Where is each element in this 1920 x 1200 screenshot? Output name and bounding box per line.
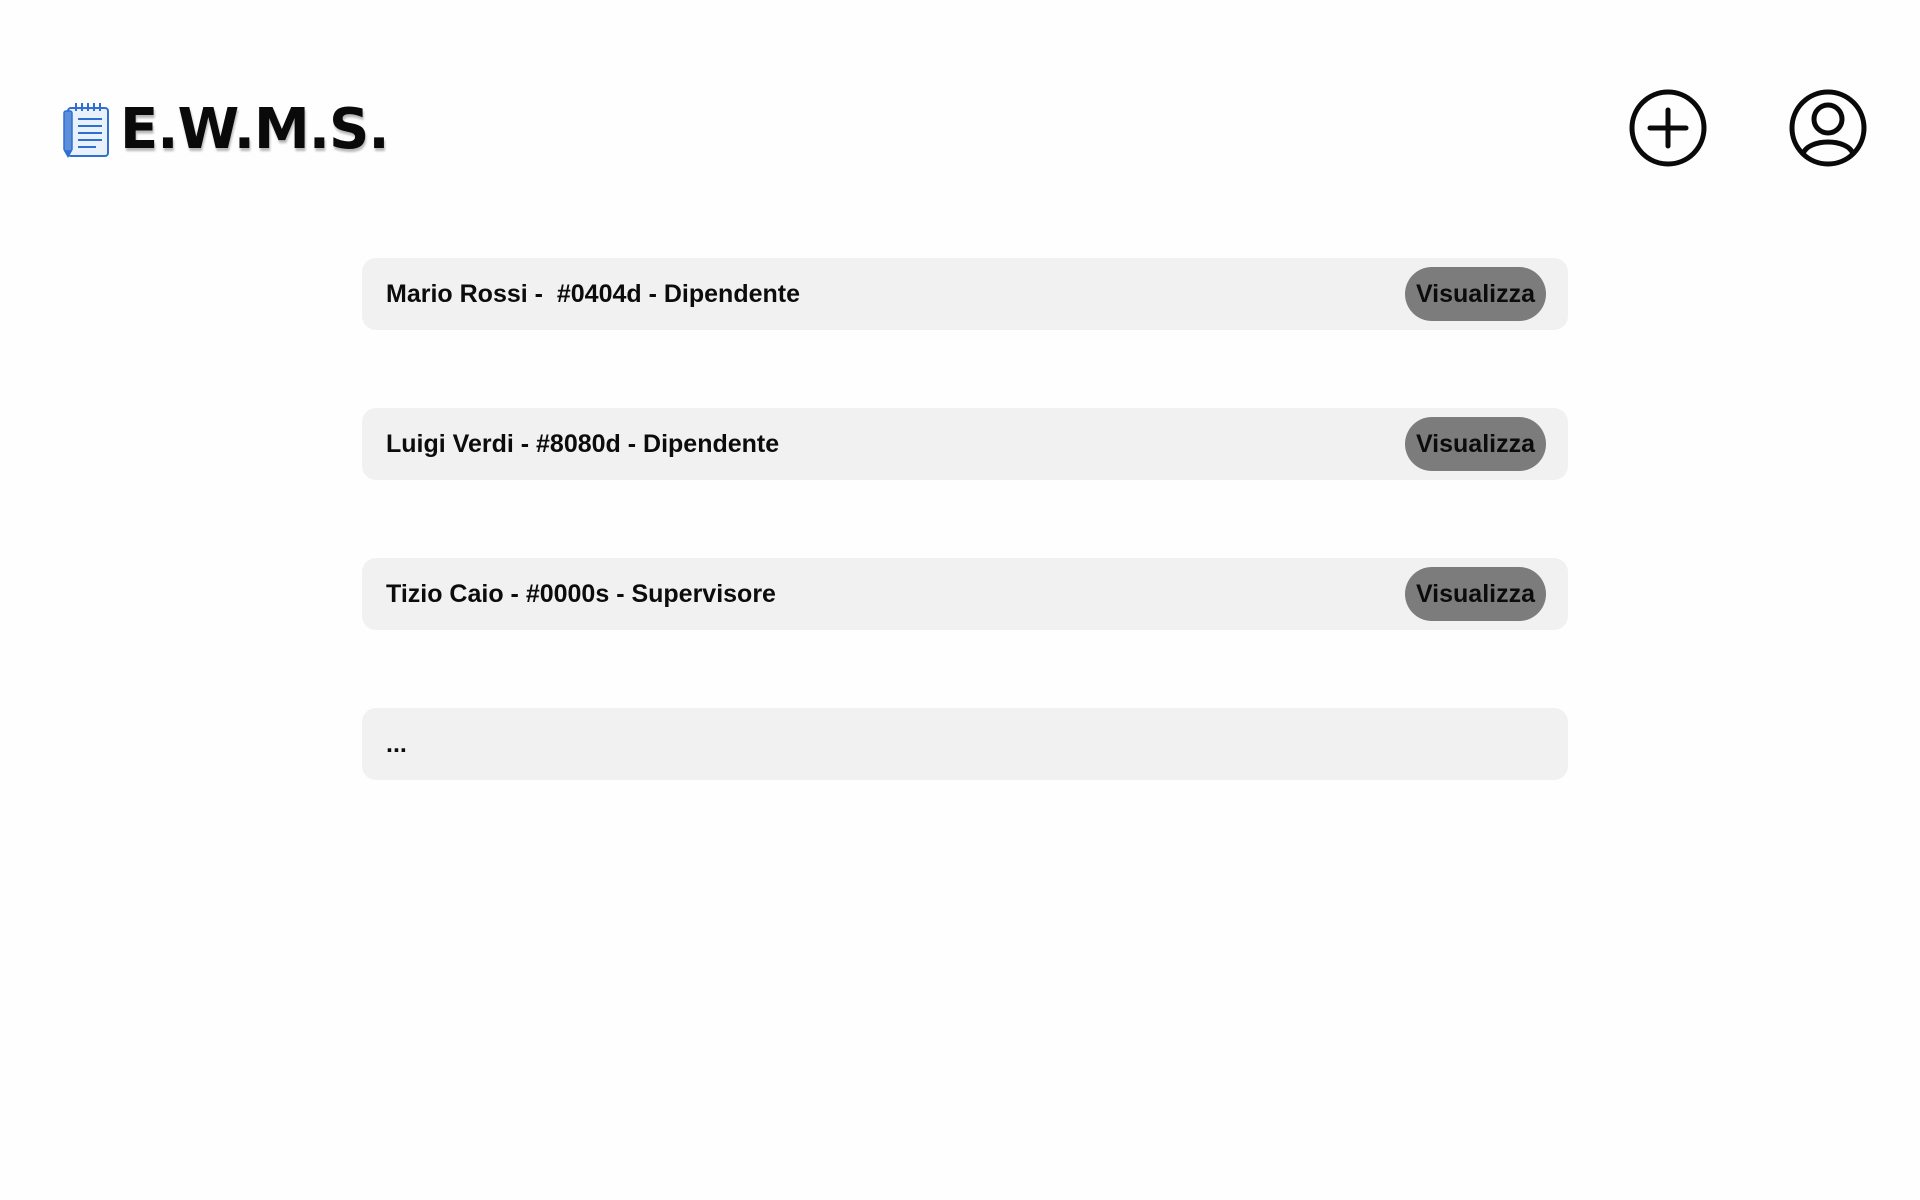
app-title: E.W.M.S. <box>120 97 390 162</box>
plus-circle-icon <box>1629 89 1707 167</box>
employee-list: Mario Rossi - #0404d - Dipendente Visual… <box>362 258 1568 858</box>
employee-list-page: E.W.M.S. Mario Rossi - #0404d - Dipenden… <box>0 0 1920 1200</box>
more-employees-row: ... <box>362 708 1568 780</box>
employee-row: Tizio Caio - #0000s - Supervisore Visual… <box>362 558 1568 630</box>
view-employee-button[interactable]: Visualizza <box>1404 267 1546 321</box>
employee-row: Mario Rossi - #0404d - Dipendente Visual… <box>362 258 1568 330</box>
more-ellipsis: ... <box>386 729 407 758</box>
view-employee-button[interactable]: Visualizza <box>1404 417 1546 471</box>
employee-row: Luigi Verdi - #8080d - Dipendente Visual… <box>362 408 1568 480</box>
add-employee-button[interactable] <box>1628 88 1708 168</box>
profile-button[interactable] <box>1788 88 1868 168</box>
notepad-icon <box>63 103 109 158</box>
employee-info: Tizio Caio - #0000s - Supervisore <box>386 579 776 608</box>
view-employee-button[interactable]: Visualizza <box>1404 567 1546 621</box>
user-circle-icon <box>1789 89 1867 167</box>
employee-info: Luigi Verdi - #8080d - Dipendente <box>386 429 780 458</box>
employee-info: Mario Rossi - #0404d - Dipendente <box>386 279 800 308</box>
app-logo[interactable]: E.W.M.S. <box>62 97 390 162</box>
